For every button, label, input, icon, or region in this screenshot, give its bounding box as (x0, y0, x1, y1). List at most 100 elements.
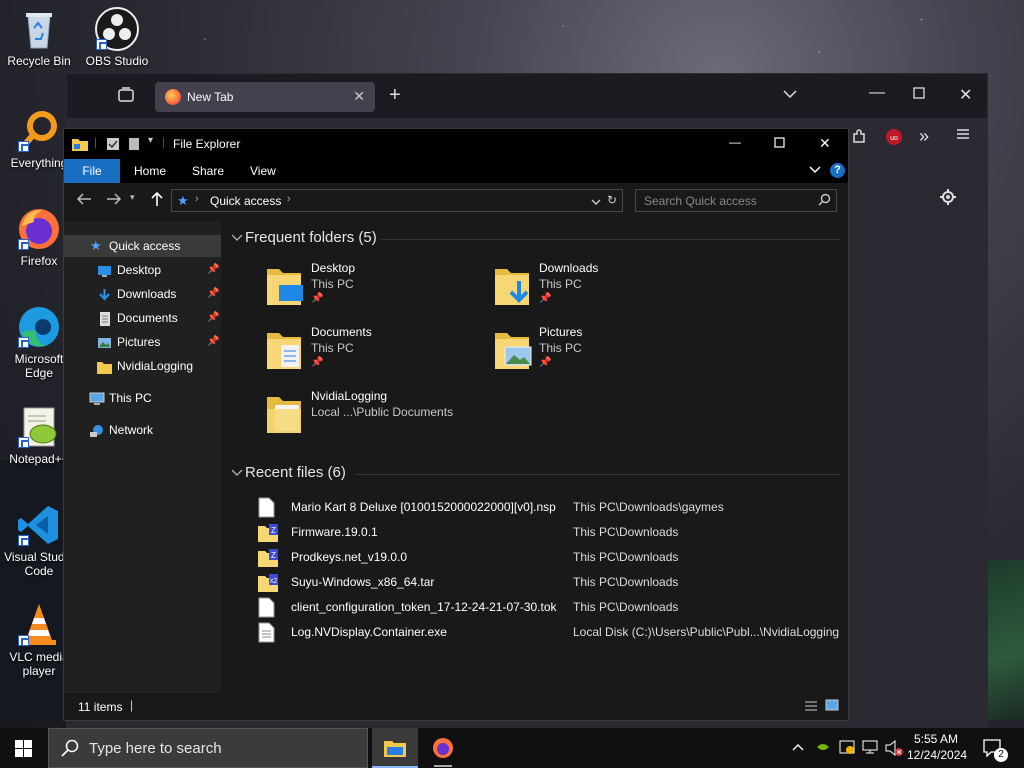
chevron-down-icon[interactable] (591, 195, 601, 209)
documents-folder-icon (265, 329, 305, 373)
details-view-icon[interactable] (804, 700, 818, 715)
recent-locations-icon[interactable]: ▾ (130, 192, 135, 203)
new-tab-icon[interactable]: + (389, 84, 401, 107)
hamburger-menu-icon[interactable] (955, 126, 971, 147)
maximize-icon[interactable] (913, 86, 925, 104)
desktop-icon-label: OBS Studio (85, 54, 149, 68)
file-name: Suyu-Windows_x86_64.tar (291, 575, 435, 589)
folder-location: This PC (311, 341, 354, 355)
chevron-down-icon[interactable] (231, 466, 243, 480)
folder-tile[interactable]: Pictures This PC 📌 (493, 325, 713, 385)
download-arrow-icon (97, 287, 112, 301)
sidebar-item-documents[interactable]: Documents 📌 (64, 307, 221, 329)
svg-text:uo: uo (890, 135, 898, 142)
close-icon[interactable]: ✕ (959, 85, 972, 105)
desktop-icon-obs[interactable]: OBS Studio (82, 6, 152, 68)
ribbon-tabs: File Home Share View ? (64, 159, 848, 183)
downloads-folder-icon (493, 265, 533, 309)
windows-start-icon[interactable] (15, 740, 32, 760)
customize-qat-icon[interactable]: ▾ (148, 135, 153, 146)
up-arrow-icon[interactable] (150, 191, 164, 210)
large-icons-view-icon[interactable] (825, 699, 839, 714)
breadcrumb-chevron-icon[interactable]: › (287, 193, 291, 205)
file-path: This PC\Downloads (573, 600, 679, 614)
breadcrumb-chevron-icon[interactable]: › (195, 193, 199, 205)
wallpaper-green (984, 560, 1024, 720)
folder-tile[interactable]: Desktop This PC 📌 (265, 261, 485, 321)
clock-date[interactable]: 12/24/2024 (907, 748, 967, 762)
ublock-icon[interactable]: uo (885, 128, 903, 151)
breadcrumb[interactable]: Quick access (210, 194, 281, 208)
recent-files-header[interactable]: Recent files (6) (245, 464, 346, 481)
chevron-up-icon[interactable] (792, 740, 804, 754)
taskbar-file-explorer[interactable] (372, 728, 418, 768)
folder-tile[interactable]: Downloads This PC 📌 (493, 261, 713, 321)
minimize-icon[interactable]: — (869, 84, 885, 102)
folder-tile[interactable]: NvidiaLogging Local ...\Public Documents (265, 389, 485, 449)
folder-location: This PC (539, 277, 582, 291)
desktop-folder-icon (265, 265, 305, 309)
extensions-icon[interactable] (851, 129, 867, 150)
folder-icon (265, 393, 305, 437)
sidebar-item-desktop[interactable]: Desktop 📌 (64, 259, 221, 281)
tab-view[interactable]: View (236, 159, 290, 183)
firefox-tab-newtab[interactable]: New Tab ✕ (155, 82, 375, 112)
new-folder-icon[interactable] (128, 137, 140, 154)
sidebar-item-this-pc[interactable]: This PC (64, 387, 221, 409)
folder-tile[interactable]: Documents This PC 📌 (265, 325, 485, 385)
refresh-icon[interactable]: ↻ (607, 193, 617, 207)
overflow-menu-icon[interactable]: » (919, 126, 929, 147)
file-path: This PC\Downloads (573, 550, 679, 564)
desktop-icon-recycle-bin[interactable]: Recycle Bin (4, 6, 74, 68)
close-icon[interactable]: ✕ (819, 135, 831, 152)
taskbar-firefox[interactable] (420, 728, 466, 768)
minimize-icon[interactable]: — (729, 135, 741, 149)
sidebar-item-nvidialogging[interactable]: NvidiaLogging (64, 355, 221, 377)
chevron-down-icon[interactable] (231, 231, 243, 245)
help-icon[interactable]: ? (830, 163, 845, 178)
volume-muted-icon[interactable] (885, 739, 903, 760)
close-tab-icon[interactable]: ✕ (353, 88, 365, 105)
gear-icon[interactable] (939, 188, 957, 211)
tab-share[interactable]: Share (178, 159, 238, 183)
nvidia-icon[interactable] (816, 741, 830, 756)
sidebar-item-downloads[interactable]: Downloads 📌 (64, 283, 221, 305)
address-bar[interactable]: ★ › Quick access › ↻ (171, 189, 623, 212)
list-item[interactable]: client_configuration_token_17-12-24-21-0… (257, 595, 857, 620)
frequent-folders-header[interactable]: Frequent folders (5) (245, 229, 377, 246)
chevron-down-icon[interactable] (783, 86, 797, 104)
file-path: This PC\Downloads (573, 525, 679, 539)
sidebar-item-network[interactable]: Network (64, 419, 221, 441)
firefox-view-icon[interactable] (117, 86, 135, 109)
search-icon[interactable] (818, 193, 831, 209)
tab-file[interactable]: File (64, 159, 120, 183)
firefox-tab-strip: New Tab ✕ + — ✕ (67, 74, 987, 118)
security-icon[interactable] (839, 739, 855, 758)
forward-arrow-icon[interactable] (106, 192, 122, 209)
taskbar: Type here to search 5:55 AM 12/24/2024 2 (0, 728, 1024, 768)
zip-folder-icon: Z (257, 522, 278, 543)
back-arrow-icon[interactable] (76, 192, 92, 209)
list-item[interactable]: Mario Kart 8 Deluxe [0100152000022000][v… (257, 495, 857, 520)
clock-time[interactable]: 5:55 AM (913, 732, 959, 746)
list-item[interactable]: Z Prodkeys.net_v19.0.0 This PC\Downloads (257, 545, 857, 570)
content-pane: Frequent folders (5) Desktop This PC 📌 D… (221, 221, 848, 693)
pin-icon: 📌 (539, 293, 552, 304)
list-item[interactable]: Log.NVDisplay.Container.exe Local Disk (… (257, 620, 857, 645)
file-icon (257, 597, 275, 618)
folder-icon (72, 137, 88, 154)
search-input[interactable]: Search Quick access (635, 189, 837, 212)
sidebar-item-quick-access[interactable]: ★ Quick access (64, 235, 221, 257)
list-item[interactable]: XZ Suyu-Windows_x86_64.tar This PC\Downl… (257, 570, 857, 595)
sidebar-item-pictures[interactable]: Pictures 📌 (64, 331, 221, 353)
taskbar-search-input[interactable]: Type here to search (48, 728, 368, 768)
address-toolbar: ▾ ★ › Quick access › ↻ Search Quick acce… (64, 183, 848, 221)
pin-icon: 📌 (207, 336, 220, 347)
network-icon[interactable] (862, 739, 878, 758)
maximize-icon[interactable] (774, 137, 785, 151)
properties-icon[interactable] (106, 137, 120, 154)
folder-name: Documents (311, 325, 372, 339)
expand-ribbon-icon[interactable] (809, 164, 821, 178)
list-item[interactable]: Z Firmware.19.0.1 This PC\Downloads (257, 520, 857, 545)
tab-home[interactable]: Home (120, 159, 180, 183)
